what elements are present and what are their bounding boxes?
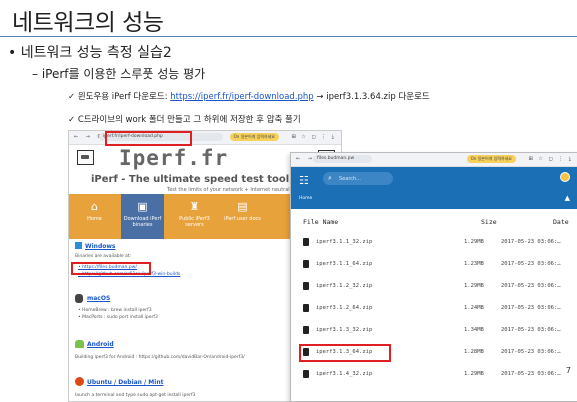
- macos-heading[interactable]: macOS: [87, 295, 110, 302]
- file-date: 2017-05-23 03:06:…: [501, 305, 561, 311]
- extension-badge[interactable]: On 일본어게 입력하세요: [229, 133, 279, 141]
- prev-arrow-icon[interactable]: [77, 150, 94, 165]
- file-row[interactable]: iperf3.1.3_32.zip 1.34MB 2017-05-23 03:06:…: [291, 321, 577, 341]
- file-row[interactable]: iperf3.1.4_32.zip 1.29MB 2017-05-23 03:06:…: [291, 365, 577, 385]
- url-highlight-box: [105, 131, 192, 146]
- windows-logo-icon: [75, 242, 82, 249]
- avatar-icon[interactable]: [560, 172, 570, 182]
- nav-download-label: Download iPerf binaries: [123, 216, 162, 228]
- android-line: Building iperf3 for Android : https://gi…: [75, 355, 245, 360]
- page-number: 7: [565, 366, 571, 375]
- instruction-extract: ✓ C드라이브의 work 폴더 만들고 그 하위에 저장한 후 압축 풀기: [68, 115, 301, 125]
- title-rule: [0, 36, 577, 37]
- slide-title: 네트워크의 성능: [12, 10, 164, 36]
- search-icon: ⌕: [328, 174, 332, 182]
- file-name[interactable]: iperf3.1.2_32.zip: [316, 283, 372, 289]
- file-server-appbar: ☷ ⌕ Search... Home ▲: [291, 167, 577, 209]
- budman-highlight-box: [71, 262, 151, 275]
- grid-menu-icon[interactable]: ☷: [299, 174, 309, 187]
- nav-home-label: Home: [87, 216, 102, 222]
- file-date: 2017-05-23 03:06:…: [501, 283, 561, 289]
- file-date: 2017-05-23 03:06:…: [501, 239, 561, 245]
- windows-heading[interactable]: Windows: [85, 243, 115, 250]
- file-date: 2017-05-23 03:06:…: [501, 371, 561, 377]
- instruction-download-prefix: ✓ 윈도우용 iPerf 다운로드:: [68, 92, 171, 102]
- iperf-logo: Iperf.fr: [119, 146, 229, 170]
- download-icon: ▣: [137, 200, 148, 213]
- col-header-name[interactable]: File Name: [303, 218, 338, 226]
- ubuntu-heading[interactable]: Ubuntu / Debian / Mint: [87, 379, 163, 386]
- file-icon: [303, 304, 309, 312]
- selected-file-highlight-box: [299, 344, 391, 362]
- nav-docs-label: iPerf user docs: [224, 216, 261, 222]
- browser-tool-icons-2[interactable]: ⊞ ☆ ◻ ⋮ ⤓: [529, 156, 573, 162]
- upload-icon[interactable]: ▲: [565, 194, 570, 202]
- file-date: 2017-05-23 03:06:…: [501, 349, 561, 355]
- file-date: 2017-05-23 03:06:…: [501, 261, 561, 267]
- ubuntu-logo-icon: [75, 377, 84, 386]
- android-heading[interactable]: Android: [87, 341, 114, 348]
- servers-icon: ♜: [189, 200, 200, 213]
- file-row[interactable]: iperf3.1.1_64.zip 1.23MB 2017-05-23 03:06:…: [291, 255, 577, 275]
- col-header-size[interactable]: Size: [481, 218, 497, 226]
- apple-logo-icon: [75, 294, 83, 303]
- ubuntu-line: launch a terminal and type sudo apt-get …: [75, 393, 196, 398]
- file-size: 1.29MB: [464, 239, 484, 245]
- android-logo-icon: [75, 340, 84, 348]
- nav-servers[interactable]: ♜ Public iPerf3 servers: [173, 194, 216, 239]
- file-icon: [303, 238, 309, 246]
- file-size: 1.24MB: [464, 305, 484, 311]
- file-name[interactable]: iperf3.1.3_32.zip: [316, 327, 372, 333]
- file-name[interactable]: iperf3.1.2_64.zip: [316, 305, 372, 311]
- breadcrumb-home[interactable]: Home: [299, 196, 312, 201]
- file-size: 1.29MB: [464, 283, 484, 289]
- file-size: 1.28MB: [464, 349, 484, 355]
- file-icon: [303, 282, 309, 290]
- site-subtagline: Test the limits of your network + Intern…: [167, 187, 292, 193]
- nav-docs[interactable]: ▤ iPerf user docs: [221, 194, 264, 239]
- file-row[interactable]: iperf3.1.2_64.zip 1.24MB 2017-05-23 03:06:…: [291, 299, 577, 319]
- file-name[interactable]: iperf3.1.1_32.zip: [316, 239, 372, 245]
- file-size: 1.29MB: [464, 371, 484, 377]
- file-icon: [303, 260, 309, 268]
- browser-toolbar-2: ← → C files.budman.pw On 일본어게 입력하세요 ⊞ ☆ …: [291, 153, 577, 167]
- budman-files-screenshot: ← → C files.budman.pw On 일본어게 입력하세요 ⊞ ☆ …: [290, 152, 577, 402]
- browser-tool-icons[interactable]: ⊞ ☆ ◻ ⋮ ⤓: [292, 134, 336, 140]
- file-row[interactable]: iperf3.1.1_32.zip 1.29MB 2017-05-23 03:06:…: [291, 233, 577, 253]
- file-size: 1.23MB: [464, 261, 484, 267]
- file-date: 2017-05-23 03:06:…: [501, 327, 561, 333]
- docs-icon: ▤: [237, 200, 248, 213]
- windows-intro: Binaries are available at:: [75, 254, 132, 259]
- extension-badge-2[interactable]: On 일본어게 입력하세요: [466, 155, 516, 163]
- file-name[interactable]: iperf3.1.4_32.zip: [316, 371, 372, 377]
- file-icon: [303, 370, 309, 378]
- file-row[interactable]: iperf3.1.2_32.zip 1.29MB 2017-05-23 03:06:…: [291, 277, 577, 297]
- file-name[interactable]: iperf3.1.1_64.zip: [316, 261, 372, 267]
- macos-ports-line: • MacPorts : sudo port install iperf3: [78, 315, 158, 320]
- instruction-download: ✓ 윈도우용 iPerf 다운로드: https://iperf.fr/iper…: [68, 90, 430, 102]
- iperf-download-link[interactable]: https://iperf.fr/iperf-download.php: [170, 92, 313, 102]
- nav-download[interactable]: ▣ Download iPerf binaries: [121, 194, 164, 239]
- search-input[interactable]: ⌕ Search...: [323, 172, 393, 185]
- bullet-level2: – iPerf를 이용한 스루풋 성능 평가: [32, 67, 206, 81]
- macos-brew-line: • HomeBrew : brew install iperf3: [78, 308, 152, 313]
- file-icon: [303, 326, 309, 334]
- col-header-date[interactable]: Date: [553, 218, 569, 226]
- nav-home[interactable]: ⌂ Home: [73, 194, 116, 239]
- file-size: 1.34MB: [464, 327, 484, 333]
- home-icon: ⌂: [91, 200, 98, 213]
- search-placeholder: Search...: [339, 176, 361, 182]
- address-bar-2[interactable]: files.budman.pw: [313, 155, 372, 163]
- nav-servers-label: Public iPerf3 servers: [179, 216, 210, 228]
- instruction-download-suffix: → iperf3.1.3.64.zip 다운로드: [313, 92, 430, 102]
- bullet-level1: • 네트워크 성능 측정 실습2: [8, 45, 172, 61]
